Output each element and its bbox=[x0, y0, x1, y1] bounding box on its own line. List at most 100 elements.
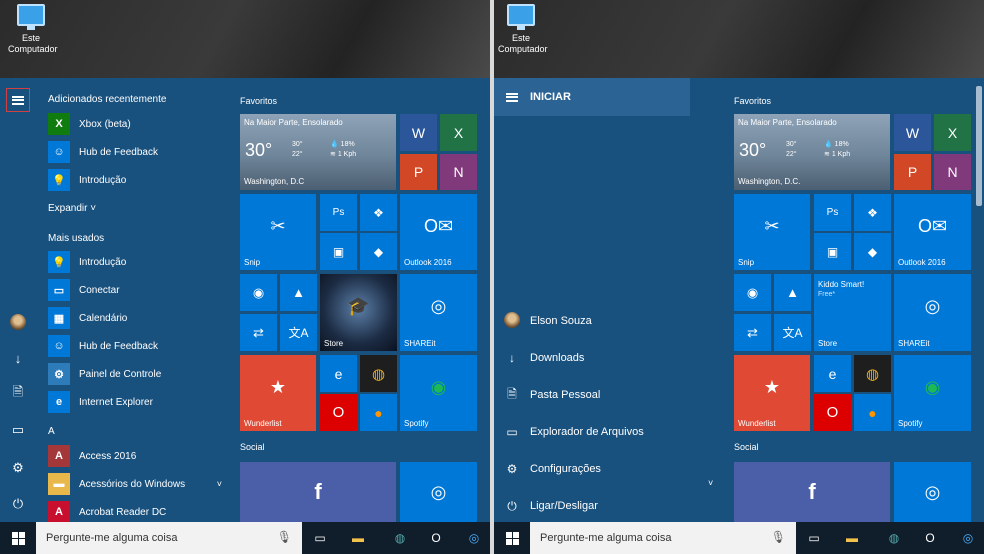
outlook-tile[interactable]: O✉ Outlook 2016 bbox=[894, 194, 971, 270]
browser-taskbar-icon[interactable]: ◍ bbox=[390, 528, 410, 548]
start-nav-item[interactable]: Elson Souza bbox=[494, 306, 690, 336]
weather-tile[interactable]: Na Maior Parte, Ensolarado 30° 30° 22° 💧 … bbox=[734, 114, 890, 190]
app-list-item[interactable]: ☺ Hub de Feedback bbox=[48, 334, 230, 358]
app-list-item[interactable]: ▬ Acessórios do Windows ˅ bbox=[48, 472, 230, 496]
onenote-tile[interactable]: N bbox=[440, 154, 477, 190]
excel-tile[interactable]: X bbox=[934, 114, 971, 151]
hamburger-button[interactable] bbox=[6, 88, 30, 112]
store-tile[interactable]: Kiddo Smart! Free* Store bbox=[814, 274, 891, 351]
start-nav-item[interactable]: ⚙ Configurações bbox=[494, 454, 690, 484]
maps-tile[interactable]: ◆ bbox=[360, 233, 397, 270]
start-nav-item[interactable]: 🗎 Pasta Pessoal bbox=[494, 380, 690, 410]
app-list-item[interactable]: X Xbox (beta) bbox=[48, 112, 230, 136]
documents-button[interactable]: 🗎 bbox=[6, 382, 30, 406]
connect-tile[interactable]: ⇄ bbox=[734, 314, 771, 351]
firefox-tile[interactable]: ● bbox=[360, 394, 397, 431]
search-box[interactable]: Pergunte-me alguma coisa 🎙 bbox=[530, 522, 796, 554]
excel-tile[interactable]: X bbox=[440, 114, 477, 151]
scrollbar[interactable] bbox=[976, 86, 982, 206]
webcam-tile[interactable]: ◉ bbox=[734, 274, 771, 311]
photos-tile[interactable]: ▲ bbox=[280, 274, 317, 311]
maps-tile[interactable]: ◆ bbox=[854, 233, 891, 270]
movies-tile[interactable]: ▣ bbox=[814, 233, 851, 270]
wunderlist-tile[interactable]: ★ Wunderlist bbox=[240, 355, 316, 431]
file-explorer-taskbar-icon[interactable]: ▬ bbox=[842, 528, 862, 548]
microphone-icon[interactable]: 🎙 bbox=[771, 530, 786, 544]
app-list-item[interactable]: ▦ Calendário bbox=[48, 306, 230, 330]
word-tile[interactable]: W bbox=[894, 114, 931, 151]
this-pc-desktop-icon[interactable]: Este Computador bbox=[498, 4, 548, 55]
facebook-tile[interactable]: f bbox=[240, 462, 396, 522]
weather-tile[interactable]: Na Maior Parte, Ensolarado 30° 30° 22° 💧 … bbox=[240, 114, 396, 190]
onenote-tile[interactable]: N bbox=[934, 154, 971, 190]
task-view-icon[interactable]: ▭ bbox=[310, 528, 330, 548]
outlook-tile[interactable]: O✉ Outlook 2016 bbox=[400, 194, 477, 270]
word-tile[interactable]: W bbox=[400, 114, 437, 151]
translator-tile[interactable]: 文A bbox=[280, 314, 317, 351]
start-button[interactable] bbox=[494, 522, 530, 554]
snip-tile[interactable]: ✂ Snip bbox=[240, 194, 316, 270]
app-list-item[interactable]: A Access 2016 bbox=[48, 444, 230, 468]
app-list-item[interactable]: 💡 Introdução bbox=[48, 168, 230, 192]
opera-taskbar-icon[interactable]: O bbox=[426, 528, 446, 548]
powerpoint-tile[interactable]: P bbox=[894, 154, 931, 190]
spotify-tile[interactable]: ◉ Spotify bbox=[894, 355, 971, 431]
translator-tile[interactable]: 文A bbox=[774, 314, 811, 351]
start-nav-item[interactable]: ▭ Explorador de Arquivos bbox=[494, 417, 690, 447]
social-app-tile[interactable]: ◎ bbox=[894, 462, 971, 522]
explorer-button[interactable]: ▭ bbox=[6, 418, 30, 442]
chrome-tile[interactable]: ◍ bbox=[360, 355, 397, 392]
this-pc-desktop-icon[interactable]: Este Computador bbox=[8, 4, 58, 55]
webcam-tile[interactable]: ◉ bbox=[240, 274, 277, 311]
facebook-tile[interactable]: f bbox=[734, 462, 890, 522]
app-list-item[interactable]: ☺ Hub de Feedback bbox=[48, 140, 230, 164]
settings-button[interactable]: ⚙ bbox=[6, 456, 30, 480]
browser-taskbar-icon[interactable]: ◍ bbox=[884, 528, 904, 548]
app-list-item[interactable]: 💡 Introdução bbox=[48, 250, 230, 274]
photos-tile[interactable]: ▲ bbox=[774, 274, 811, 311]
start-nav-item[interactable]: ⏻ Ligar/Desligar bbox=[494, 491, 690, 521]
sway-tile[interactable]: ❖ bbox=[360, 194, 397, 231]
app-list-item[interactable]: A Acrobat Reader DC bbox=[48, 500, 230, 524]
photoshop-tile[interactable]: Ps bbox=[320, 194, 357, 231]
shareit-tile[interactable]: ◎ SHAREit bbox=[400, 274, 477, 351]
app-taskbar-icon[interactable]: ◎ bbox=[958, 528, 978, 548]
social-app-tile[interactable]: ◎ bbox=[400, 462, 477, 522]
spotify-tile[interactable]: ◉ Spotify bbox=[400, 355, 477, 431]
edge-tile[interactable]: e bbox=[814, 355, 851, 392]
firefox-tile[interactable]: ● bbox=[854, 394, 891, 431]
power-button[interactable]: ⏻ bbox=[6, 492, 30, 516]
movies-tile[interactable]: ▣ bbox=[320, 233, 357, 270]
wunderlist-tile[interactable]: ★ Wunderlist bbox=[734, 355, 810, 431]
graduation-cap-icon: 🎓 bbox=[347, 296, 370, 316]
chrome-tile[interactable]: ◍ bbox=[854, 355, 891, 392]
shareit-tile[interactable]: ◎ SHAREit bbox=[894, 274, 971, 351]
edge-tile[interactable]: e bbox=[320, 355, 357, 392]
file-explorer-taskbar-icon[interactable]: ▬ bbox=[348, 528, 368, 548]
letter-header[interactable]: A bbox=[48, 426, 55, 437]
connect-tile[interactable]: ⇄ bbox=[240, 314, 277, 351]
search-box[interactable]: Pergunte-me alguma coisa 🎙 bbox=[36, 522, 302, 554]
app-list-item[interactable]: e Internet Explorer bbox=[48, 390, 230, 414]
photoshop-tile[interactable]: Ps bbox=[814, 194, 851, 231]
expand-link[interactable]: Expandir ˅ bbox=[48, 203, 96, 214]
start-button[interactable] bbox=[0, 522, 36, 554]
opera-taskbar-icon[interactable]: O bbox=[920, 528, 940, 548]
powerpoint-tile[interactable]: P bbox=[400, 154, 437, 190]
app-taskbar-icon[interactable]: ◎ bbox=[464, 528, 484, 548]
start-nav-item[interactable]: ↓ Downloads bbox=[494, 343, 690, 373]
chevron-down-icon[interactable]: ˅ bbox=[217, 479, 222, 489]
opera-tile[interactable]: O bbox=[814, 394, 851, 431]
chevron-down-icon[interactable]: ˅ bbox=[708, 478, 713, 488]
user-avatar[interactable] bbox=[6, 310, 30, 334]
store-tile[interactable]: 🎓 Store bbox=[320, 274, 397, 351]
app-list-item[interactable]: ▭ Conectar bbox=[48, 278, 230, 302]
app-list-item[interactable]: ⚙ Painel de Controle bbox=[48, 362, 230, 386]
start-header[interactable]: INICIAR bbox=[494, 78, 690, 116]
downloads-button[interactable]: ↓ bbox=[6, 346, 30, 370]
snip-tile[interactable]: ✂ Snip bbox=[734, 194, 810, 270]
task-view-icon[interactable]: ▭ bbox=[804, 528, 824, 548]
opera-tile[interactable]: O bbox=[320, 394, 357, 431]
microphone-icon[interactable]: 🎙 bbox=[277, 530, 292, 544]
sway-tile[interactable]: ❖ bbox=[854, 194, 891, 231]
